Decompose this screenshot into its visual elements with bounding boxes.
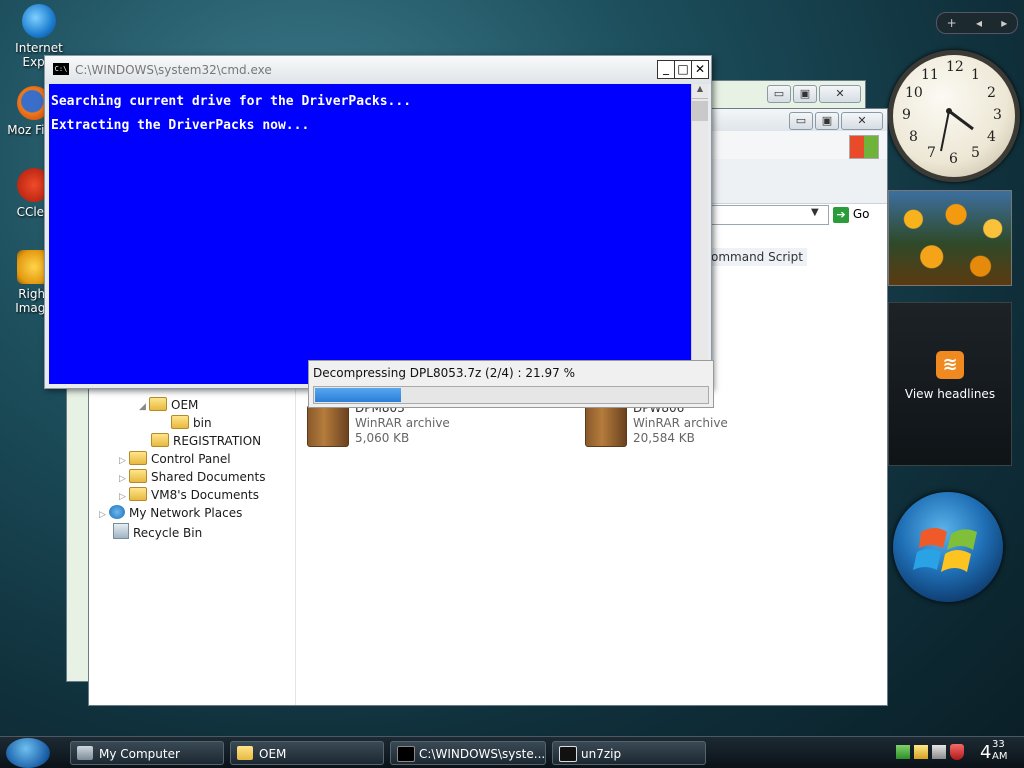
expand-arrow-icon[interactable]: ▷ [119, 489, 129, 505]
taskbar-button-oem[interactable]: OEM [230, 741, 384, 765]
close-button[interactable]: ✕ [691, 60, 709, 79]
clock-gadget[interactable]: 12 1 2 3 4 5 6 7 8 9 10 11 [888, 50, 1020, 182]
expand-arrow-icon[interactable]: ▷ [119, 471, 129, 487]
internet-explorer-icon [22, 4, 56, 38]
cmd-console[interactable]: Searching current drive for the DriverPa… [49, 84, 691, 384]
scroll-thumb[interactable] [692, 101, 708, 121]
next-icon[interactable]: ▸ [1001, 16, 1007, 30]
recycle-bin-icon [113, 523, 129, 539]
file-type-partial: ommand Script [707, 248, 807, 266]
cmd-title: C:\WINDOWS\system32\cmd.exe [75, 63, 272, 77]
cmd-icon [397, 746, 415, 762]
tree-item-registration[interactable]: REGISTRATION [151, 433, 261, 449]
progress-text: Decompressing DPL8053.7z (2/4) : 21.97 % [313, 366, 575, 380]
taskbar-button-un7zip[interactable]: un7zip [552, 741, 706, 765]
network-places-icon [109, 505, 125, 519]
folder-icon [129, 487, 147, 501]
cmd-scrollbar[interactable]: ▲ [691, 84, 708, 384]
minimize-button[interactable]: ▭ [789, 112, 813, 130]
file-size: 20,584 KB [633, 431, 695, 445]
tree-item-recycle-bin[interactable]: Recycle Bin [113, 523, 202, 540]
wand-icon[interactable] [932, 745, 946, 759]
tree-item-bin[interactable]: bin [171, 415, 212, 431]
computer-icon [77, 746, 93, 760]
maximize-button[interactable]: □ [674, 60, 692, 79]
cmd-icon: C:\ [53, 63, 69, 75]
add-gadget-icon[interactable]: + [947, 16, 957, 30]
decompress-progress-dialog: Decompressing DPL8053.7z (2/4) : 21.97 % [308, 360, 714, 408]
previous-icon[interactable]: ◂ [976, 16, 982, 30]
slideshow-gadget[interactable] [888, 190, 1012, 286]
restore-button[interactable]: ▣ [815, 112, 839, 130]
cmd-titlebar[interactable]: C:\ C:\WINDOWS\system32\cmd.exe _ □ ✕ [45, 56, 711, 84]
windows-logo-icon [893, 492, 1003, 602]
clock-minutes: 33 [992, 739, 1005, 750]
folder-icon [171, 415, 189, 429]
clock-ampm: AM [992, 751, 1008, 762]
tree-item-oem[interactable]: ◢ OEM [139, 397, 198, 413]
safely-remove-icon[interactable] [914, 745, 928, 759]
taskbar-button-my-computer[interactable]: My Computer [70, 741, 224, 765]
windows-flag-icon [913, 528, 977, 572]
expand-arrow-icon[interactable]: ▷ [99, 507, 109, 523]
cmd-window[interactable]: C:\ C:\WINDOWS\system32\cmd.exe _ □ ✕ Se… [44, 55, 712, 389]
address-dropdown-icon[interactable]: ▼ [811, 207, 819, 218]
clock-hands [940, 108, 974, 152]
minimize-button[interactable]: ▭ [767, 85, 791, 103]
folder-icon [151, 433, 169, 447]
minimize-button[interactable]: _ [657, 60, 675, 79]
taskbar: My Computer OEM C:\WINDOWS\syste... un7z… [0, 736, 1024, 768]
go-button[interactable]: ➔ Go [833, 205, 877, 223]
expand-arrow-icon[interactable]: ▷ [119, 453, 129, 469]
taskbar-button-cmd[interactable]: C:\WINDOWS\syste... [390, 741, 546, 765]
console-line: Extracting the DriverPacks now... [51, 118, 310, 133]
clock-hour: 4 [980, 742, 992, 763]
console-line: Searching current drive for the DriverPa… [51, 94, 412, 109]
feed-headlines-gadget[interactable]: ≋ View headlines [888, 302, 1012, 466]
winrar-archive-icon [585, 405, 627, 447]
file-type: WinRAR archive [633, 416, 728, 430]
progress-bar-fill [315, 388, 401, 402]
folder-icon [149, 397, 167, 411]
rss-icon: ≋ [936, 351, 964, 379]
go-label: Go [852, 207, 870, 221]
tree-item-network-places[interactable]: ▷ My Network Places [99, 505, 242, 521]
tree-item-vm8-documents[interactable]: ▷ VM8's Documents [119, 487, 259, 503]
file-type: WinRAR archive [355, 416, 450, 430]
folder-icon [237, 746, 253, 760]
start-button[interactable] [6, 738, 50, 768]
expand-arrow-icon[interactable]: ◢ [139, 399, 149, 415]
sidebar-controls[interactable]: + ◂ ▸ [936, 12, 1018, 34]
network-icon[interactable] [896, 745, 910, 759]
security-shield-icon[interactable] [950, 744, 964, 760]
tree-item-control-panel[interactable]: ▷ Control Panel [119, 451, 231, 467]
scroll-up-arrow-icon[interactable]: ▲ [692, 84, 708, 99]
taskbar-clock[interactable]: 4 33 AM [980, 739, 1020, 767]
tree-item-shared-documents[interactable]: ▷ Shared Documents [119, 469, 265, 485]
windows-flag-icon [849, 135, 879, 159]
folder-icon [129, 451, 147, 465]
7zip-icon [559, 746, 577, 762]
folder-icon [129, 469, 147, 483]
go-arrow-icon: ➔ [833, 207, 849, 223]
close-button[interactable]: ✕ [819, 85, 861, 103]
restore-button[interactable]: ▣ [793, 85, 817, 103]
winrar-archive-icon [307, 405, 349, 447]
close-button[interactable]: ✕ [841, 112, 883, 130]
file-size: 5,060 KB [355, 431, 410, 445]
system-tray [896, 743, 972, 763]
view-headlines-link[interactable]: View headlines [905, 387, 995, 401]
progress-bar [313, 386, 709, 404]
